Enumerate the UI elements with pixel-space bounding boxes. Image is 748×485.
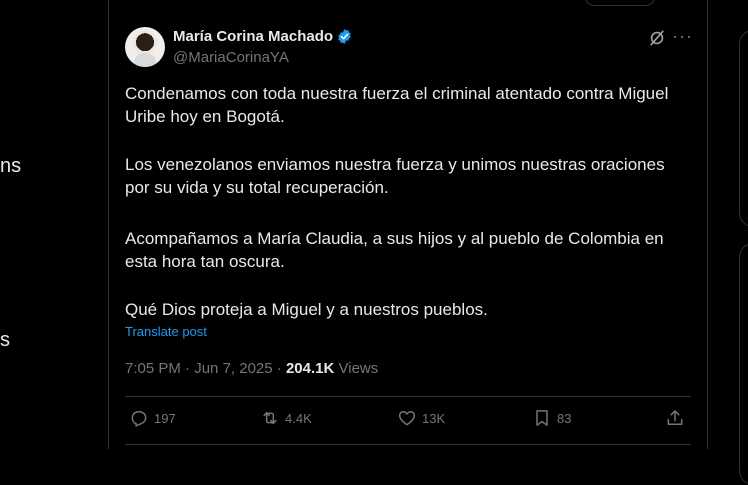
verified-badge-icon[interactable] (336, 28, 353, 45)
left-navigation: ns s (0, 0, 108, 449)
meta-separator: · (185, 360, 191, 377)
tweet-paragraph: Qué Dios proteja a Miguel y a nuestros p… (125, 300, 488, 319)
nav-item-label-fragment[interactable]: ns (0, 155, 21, 178)
meta-separator: · (276, 360, 282, 377)
tweet-paragraph: Condenamos con toda nuestra fuerza el cr… (125, 84, 669, 126)
grok-icon[interactable] (647, 28, 667, 48)
reply-button[interactable]: 197 (129, 408, 176, 428)
views-label: Views (338, 360, 379, 377)
like-button[interactable]: 13K (397, 408, 445, 428)
tweet-paragraph: Acompañamos a María Claudia, a sus hijos… (125, 229, 664, 271)
sidebar-card (739, 30, 748, 227)
divider (125, 444, 691, 445)
repost-button[interactable]: 4.4K (260, 408, 312, 428)
author-handle[interactable]: @MariaCorinaYA (173, 49, 289, 66)
share-button[interactable] (665, 408, 690, 428)
views-count[interactable]: 204.1K (286, 360, 334, 377)
bookmark-icon (536, 410, 548, 426)
nav-item-label-fragment[interactable]: s (0, 329, 10, 352)
reply-count: 197 (154, 410, 176, 426)
divider (125, 396, 691, 397)
tweet-paragraph: Los venezolanos enviamos nuestra fuerza … (125, 155, 665, 197)
retweet-icon (263, 411, 277, 425)
column-divider-right (707, 0, 708, 449)
reply-icon (131, 411, 147, 427)
tweet: María Corina Machado @MariaCorinaYA ··· … (109, 0, 707, 449)
avatar[interactable] (125, 27, 165, 67)
tweet-date[interactable]: Jun 7, 2025 (194, 360, 272, 377)
share-icon (667, 410, 683, 425)
tweet-metadata: 7:05 PM · Jun 7, 2025 · 204.1K Views (125, 360, 378, 377)
bookmark-count: 83 (557, 410, 572, 426)
tweet-time[interactable]: 7:05 PM (125, 360, 181, 377)
translate-post-link[interactable]: Translate post (125, 324, 207, 339)
author-display-name[interactable]: María Corina Machado (173, 28, 333, 45)
like-icon (398, 411, 416, 426)
author-name-row: María Corina Machado (173, 28, 353, 45)
bookmark-button[interactable]: 83 (532, 408, 571, 428)
repost-count: 4.4K (285, 410, 312, 426)
more-icon[interactable]: ··· (672, 27, 692, 47)
like-count: 13K (422, 410, 446, 426)
